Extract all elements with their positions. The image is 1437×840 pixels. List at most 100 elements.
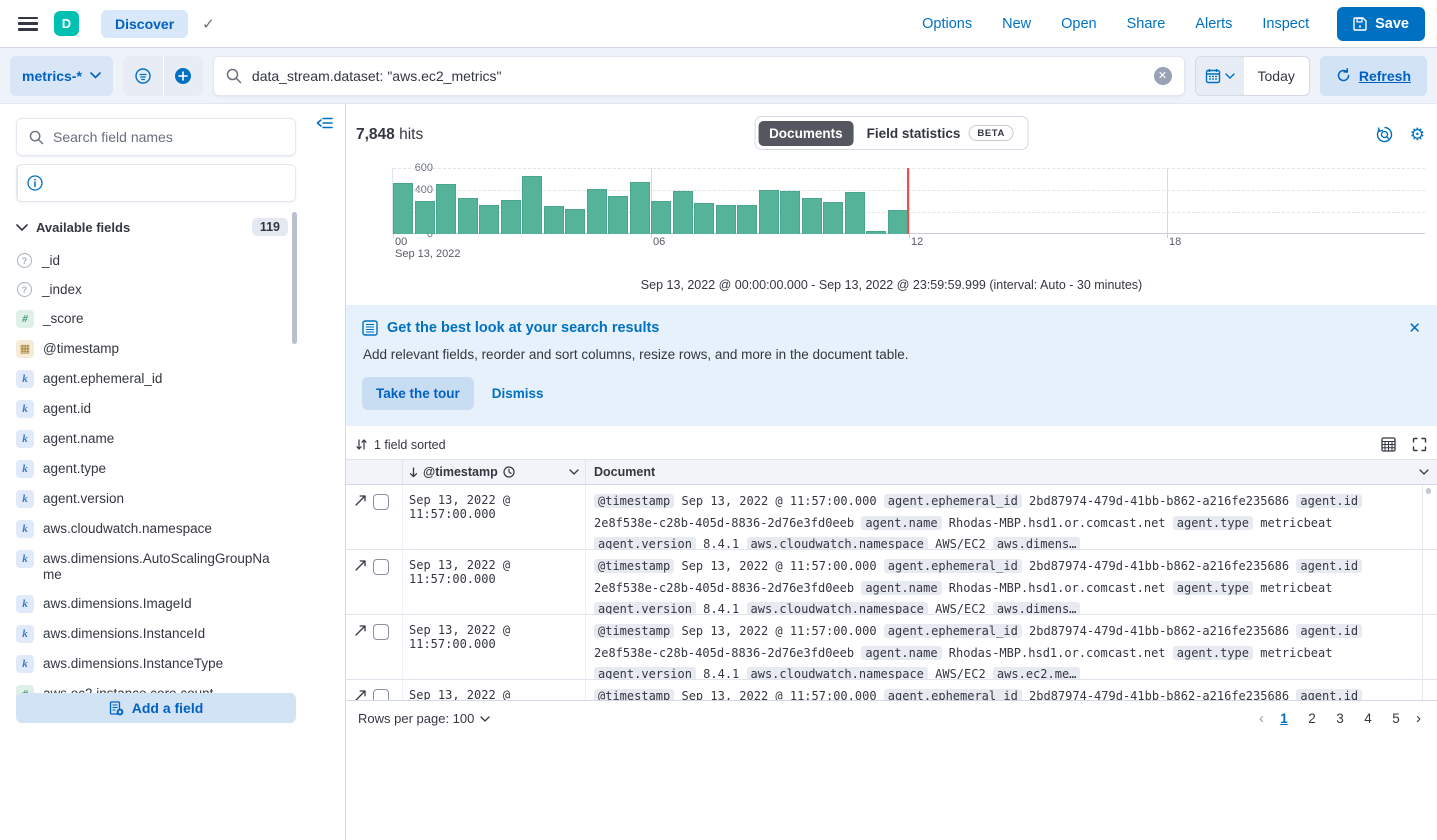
expand-row-icon[interactable] — [354, 624, 367, 637]
sidebar-scrollbar[interactable] — [292, 212, 297, 344]
sort-fields-icon[interactable] — [356, 438, 367, 451]
field-item[interactable]: ?_index — [16, 275, 296, 304]
nav-link-alerts[interactable]: Alerts — [1195, 16, 1232, 32]
row-checkbox[interactable] — [373, 559, 389, 575]
display-options-icon[interactable] — [1381, 437, 1396, 452]
histogram-bar[interactable] — [501, 200, 521, 234]
chevron-down-icon[interactable] — [569, 469, 579, 475]
query-input[interactable]: data_stream.dataset: "aws.ec2_metrics" ✕ — [213, 56, 1185, 96]
field-item[interactable]: kagent.name — [16, 424, 296, 454]
field-item[interactable]: kagent.ephemeral_id — [16, 364, 296, 394]
page-1[interactable]: 1 — [1272, 707, 1296, 731]
histogram-bar[interactable] — [823, 202, 843, 234]
collapse-sidebar-icon[interactable] — [316, 116, 333, 130]
close-icon[interactable]: ✕ — [1408, 319, 1421, 337]
table-header-document[interactable]: Document — [586, 460, 1437, 484]
histogram-bar[interactable] — [436, 184, 456, 234]
row-document: @timestamp Sep 13, 2022 @ 11:57:00.000 a… — [586, 485, 1437, 549]
histogram-bar[interactable] — [544, 206, 564, 234]
nav-link-new[interactable]: New — [1002, 16, 1031, 32]
available-fields-header[interactable]: Available fields 119 — [16, 218, 296, 236]
saved-query-icon[interactable] — [123, 56, 163, 96]
field-item[interactable]: kaws.cloudwatch.namespace — [16, 514, 296, 544]
nav-link-open[interactable]: Open — [1061, 16, 1096, 32]
expand-row-icon[interactable] — [354, 494, 367, 507]
sorted-fields-label[interactable]: 1 field sorted — [374, 438, 446, 452]
row-checkbox[interactable] — [373, 494, 389, 510]
nav-link-inspect[interactable]: Inspect — [1262, 16, 1309, 32]
histogram-bar[interactable] — [630, 182, 650, 234]
page-5[interactable]: 5 — [1384, 707, 1408, 731]
table-scrollbar[interactable] — [1422, 485, 1433, 722]
field-item[interactable]: #_score — [16, 304, 296, 334]
histogram-bar[interactable] — [608, 196, 628, 234]
page-3[interactable]: 3 — [1328, 707, 1352, 731]
row-checkbox[interactable] — [373, 624, 389, 640]
nav-link-options[interactable]: Options — [922, 16, 972, 32]
field-info-icon[interactable] — [17, 165, 51, 201]
field-item[interactable]: kaws.dimensions.InstanceType — [16, 649, 296, 679]
field-item[interactable]: kagent.type — [16, 454, 296, 484]
data-view-picker[interactable]: metrics-* — [10, 56, 113, 96]
histogram-bar[interactable] — [716, 205, 736, 234]
top-nav-links: Options New Open Share Alerts Inspect — [922, 16, 1309, 32]
tab-field-statistics[interactable]: Field statistics BETA — [856, 120, 1025, 146]
field-item[interactable]: ▦@timestamp — [16, 334, 296, 364]
add-field-button[interactable]: Add a field — [16, 693, 296, 723]
prev-page-icon[interactable]: ‹ — [1255, 710, 1268, 727]
doc-field-badge: aws.cloudwatch.namespace — [747, 602, 928, 614]
chevron-down-icon[interactable] — [1419, 469, 1429, 475]
field-item[interactable]: kagent.id — [16, 394, 296, 424]
refresh-button[interactable]: Refresh — [1320, 56, 1427, 96]
calendar-dropdown[interactable] — [1196, 57, 1244, 95]
dismiss-button[interactable]: Dismiss — [492, 386, 544, 401]
histogram-bar[interactable] — [479, 205, 499, 234]
histogram-bar[interactable] — [802, 198, 822, 234]
field-search-input[interactable] — [53, 129, 283, 145]
histogram-bar[interactable] — [415, 201, 435, 234]
page-2[interactable]: 2 — [1300, 707, 1324, 731]
histogram-bar[interactable] — [888, 210, 908, 234]
date-range-label[interactable]: Today — [1244, 57, 1309, 95]
gear-icon[interactable]: ⚙ — [1410, 125, 1425, 145]
field-search-box[interactable] — [16, 118, 296, 156]
field-item[interactable]: kaws.dimensions.AutoScalingGroupName — [16, 544, 296, 589]
next-page-icon[interactable]: › — [1412, 710, 1425, 727]
histogram-bar[interactable] — [759, 190, 779, 234]
histogram-bar[interactable] — [780, 191, 800, 234]
histogram-bar[interactable] — [694, 203, 714, 234]
histogram-bar[interactable] — [522, 176, 542, 234]
expand-row-icon[interactable] — [354, 559, 367, 572]
field-item[interactable]: kaws.dimensions.ImageId — [16, 589, 296, 619]
histogram-bar[interactable] — [587, 189, 607, 234]
histogram-bar[interactable] — [737, 205, 757, 234]
field-item[interactable]: kagent.version — [16, 484, 296, 514]
table-header-timestamp[interactable]: @timestamp — [403, 460, 586, 484]
histogram-bar[interactable] — [845, 192, 865, 234]
x-axis-tick: 00 — [395, 236, 407, 248]
histogram-bar[interactable] — [458, 198, 478, 234]
histogram-chart[interactable]: 020040060000Sep 13, 2022061218 — [346, 166, 1429, 262]
unknown-type-icon: ? — [17, 282, 32, 297]
app-logo[interactable]: D — [54, 11, 79, 36]
tab-documents[interactable]: Documents — [758, 121, 854, 146]
doc-field-value: 2bd87974-479d-41bb-b862-a216fe235686 — [1022, 624, 1297, 638]
page-4[interactable]: 4 — [1356, 707, 1380, 731]
clear-query-icon[interactable]: ✕ — [1154, 67, 1172, 85]
rows-per-page-select[interactable]: Rows per page: 100 — [358, 711, 490, 726]
histogram-bar[interactable] — [651, 201, 671, 234]
fullscreen-icon[interactable] — [1412, 437, 1427, 452]
nav-link-share[interactable]: Share — [1127, 16, 1166, 32]
save-button[interactable]: Save — [1337, 7, 1425, 41]
hits-counter-icon[interactable] — [1376, 125, 1393, 145]
breadcrumb[interactable]: Discover — [101, 10, 188, 38]
histogram-bar[interactable] — [565, 209, 585, 234]
histogram-bar[interactable] — [673, 191, 693, 234]
histogram-bar[interactable] — [393, 183, 413, 234]
take-tour-button[interactable]: Take the tour — [362, 377, 474, 410]
field-item[interactable]: ?_id — [16, 246, 296, 275]
menu-icon[interactable] — [18, 17, 38, 31]
add-filter-icon[interactable] — [163, 56, 203, 96]
histogram-bar[interactable] — [866, 231, 886, 234]
field-item[interactable]: kaws.dimensions.InstanceId — [16, 619, 296, 649]
